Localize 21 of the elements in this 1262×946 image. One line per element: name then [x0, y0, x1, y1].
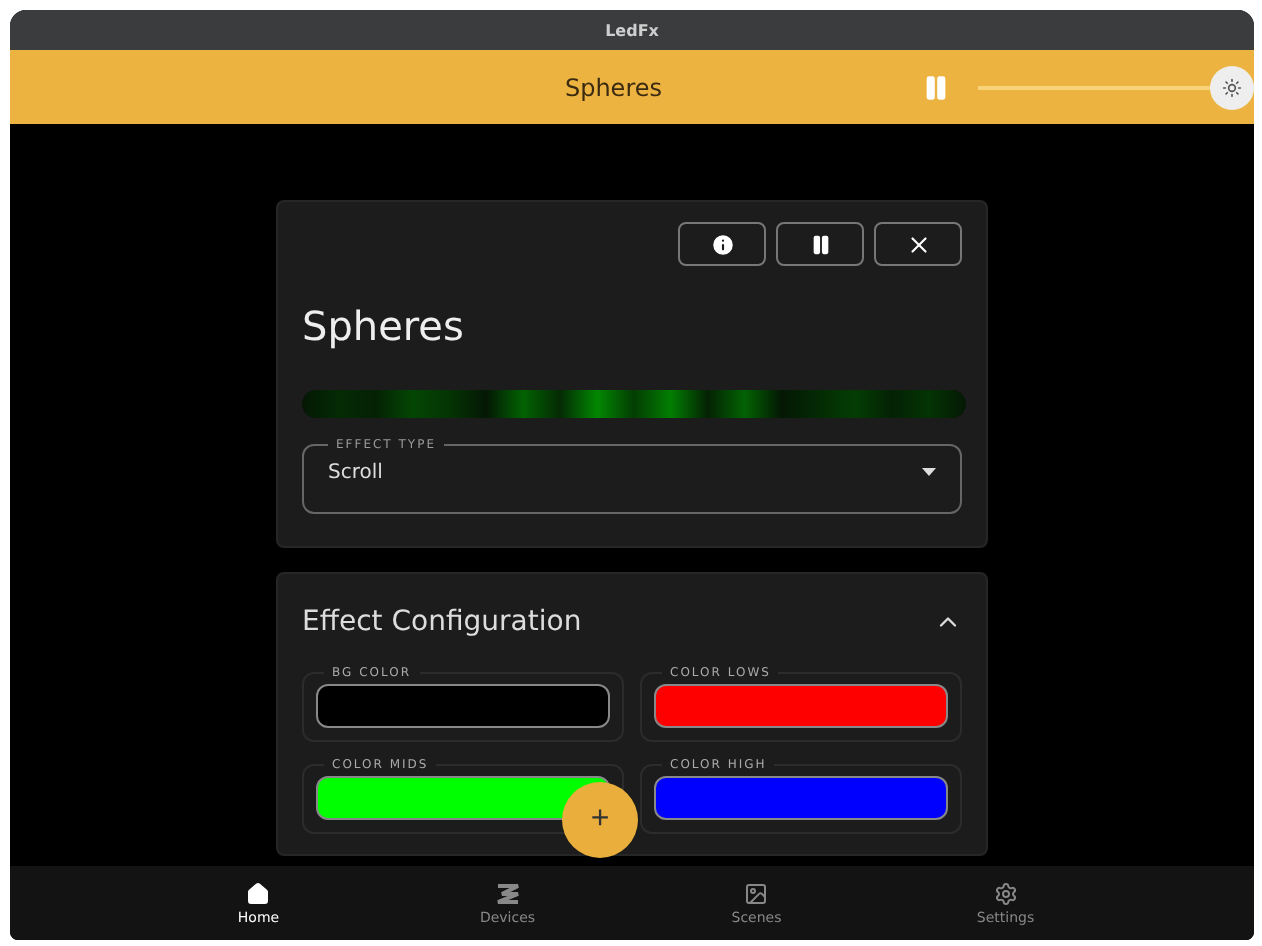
slider-thumb[interactable]: [1210, 65, 1254, 109]
image-icon: [744, 881, 769, 905]
effect-title: Spheres: [302, 302, 466, 350]
close-icon: [905, 231, 931, 257]
color-swatch[interactable]: [654, 776, 948, 820]
home-icon: [246, 881, 271, 905]
zigzag-icon: [495, 881, 520, 905]
header-title: Spheres: [564, 73, 662, 101]
color-swatch[interactable]: [654, 684, 948, 728]
section-title: Effect Configuration: [302, 606, 582, 638]
info-icon: [709, 231, 735, 257]
info-button[interactable]: [678, 222, 766, 266]
pause-icon: [809, 233, 831, 255]
color-swatch[interactable]: [316, 684, 610, 728]
settings-icon: [993, 881, 1018, 905]
dropdown-caret-icon: [922, 468, 936, 476]
select-value: Scroll: [328, 461, 383, 483]
window-title: LedFx: [605, 21, 659, 39]
close-button[interactable]: [874, 222, 962, 266]
brightness-slider[interactable]: [978, 65, 1254, 109]
pause-button[interactable]: [776, 222, 864, 266]
